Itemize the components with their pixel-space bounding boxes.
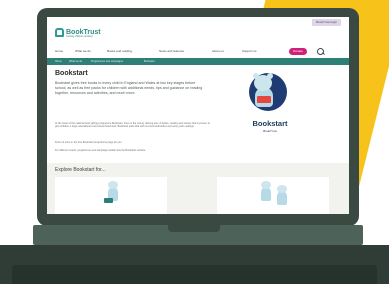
bear-head-icon [254,75,272,91]
laptop-screen: BookTrust login BookTrust Getting childr… [47,17,349,214]
nav-item-books-and-reading[interactable]: Books and reading [107,48,132,54]
site-header: BookTrust Getting children reading [47,26,349,46]
bear-illustration [277,191,287,205]
book-icon [104,198,113,203]
bear-head-icon [108,181,118,189]
book-icon [257,96,271,103]
booktrust-logo-icon [55,28,64,37]
explore-heading: Explore Bookstart for... [55,167,106,173]
login-button[interactable]: BookTrust login [312,19,341,26]
utility-bar: BookTrust login [47,17,349,26]
bear-head-icon [261,181,271,189]
breadcrumb-what-we-do[interactable]: What we do [69,59,82,64]
breadcrumb-home[interactable]: Home [55,59,62,64]
laptop-notch [168,225,220,232]
search-icon[interactable] [317,48,324,55]
laptop-keyboard-edge [12,265,377,284]
logo-tagline: Getting children reading [66,35,93,38]
brand-wordmark: Bookstart [252,119,288,128]
nav-item-support-us[interactable]: Support us [242,48,257,54]
bear-illustration [261,187,271,201]
intro-text: Bookstart gives free books to every chil… [55,81,203,95]
body-paragraph-3: For different needs, programmes and camp… [55,149,146,152]
nav-item-what-we-do[interactable]: What we do [75,48,91,54]
explore-card[interactable] [217,177,329,214]
body-paragraph-1: At the heart of the national book giftin… [55,122,210,129]
body-paragraph-2: Find out more in the free Bookstart prog… [55,141,123,144]
breadcrumb-programmes[interactable]: Programmes and campaigns [91,59,123,64]
explore-card[interactable] [55,177,167,214]
breadcrumb: Home What we do Programmes and campaigns… [47,58,349,65]
nav-item-news-and-features[interactable]: News and features [159,48,184,54]
donate-button[interactable]: Donate [289,48,307,55]
page-title: Bookstart [55,70,88,77]
bear-head-icon [277,185,287,193]
nav-item-about-us[interactable]: About us [212,48,224,54]
nav-item-home[interactable]: Home [55,48,63,54]
bookstart-brand-logo: Bookstart BookTrust [245,65,295,153]
breadcrumb-current: Bookstart [144,60,155,63]
brand-subtitle: BookTrust [263,129,277,133]
